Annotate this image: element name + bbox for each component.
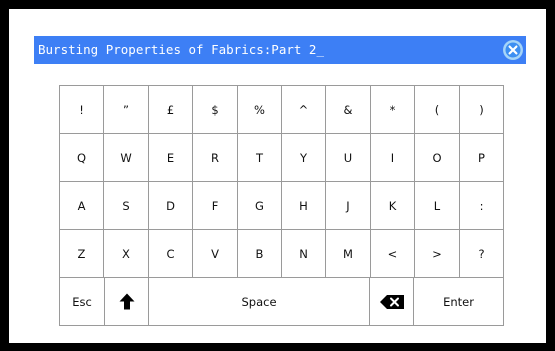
key[interactable]: J — [326, 182, 371, 230]
key-label: E — [166, 150, 175, 165]
key-label: V — [211, 246, 219, 261]
key[interactable]: G — [238, 182, 282, 230]
key-label: R — [211, 150, 219, 165]
key-label: D — [166, 198, 175, 213]
enter-key[interactable]: Enter — [414, 278, 504, 326]
key-label: Y — [299, 150, 308, 165]
key[interactable]: K — [371, 182, 415, 230]
key-label: F — [211, 198, 219, 213]
key-label: U — [343, 150, 353, 165]
key-label: I — [390, 150, 395, 165]
key-label: Z — [77, 246, 86, 261]
key[interactable]: N — [282, 230, 326, 278]
key[interactable]: H — [282, 182, 326, 230]
key[interactable]: X — [104, 230, 149, 278]
shift-arrow-up-icon — [119, 293, 134, 310]
key[interactable]: ^ — [282, 86, 326, 134]
key[interactable]: P — [460, 134, 504, 182]
key[interactable]: F — [193, 182, 238, 230]
key[interactable]: * — [371, 86, 415, 134]
key-label: L — [433, 198, 441, 213]
key[interactable]: ) — [460, 86, 504, 134]
key-label: * — [389, 102, 396, 117]
key[interactable]: M — [326, 230, 371, 278]
key[interactable]: ( — [415, 86, 460, 134]
key[interactable]: ” — [104, 86, 149, 134]
esc-key[interactable]: Esc — [60, 278, 105, 326]
key[interactable]: R — [193, 134, 238, 182]
key-label: G — [255, 198, 264, 213]
space-key[interactable]: Space — [149, 278, 370, 326]
backspace-icon — [379, 294, 404, 309]
key[interactable]: D — [149, 182, 193, 230]
key-label: % — [254, 102, 265, 117]
key-label: Q — [76, 150, 87, 165]
shift-key[interactable] — [105, 278, 149, 326]
key[interactable]: U — [326, 134, 371, 182]
key[interactable]: E — [149, 134, 193, 182]
key[interactable]: T — [238, 134, 282, 182]
key[interactable]: Q — [60, 134, 104, 182]
key[interactable]: Z — [60, 230, 104, 278]
key-label: ( — [434, 102, 440, 117]
esc-key-label: Esc — [72, 294, 92, 309]
key-label: ” — [123, 102, 129, 117]
key-label: K — [388, 198, 397, 213]
text-input-value: Bursting Properties of Fabrics:Part 2_ — [38, 42, 324, 57]
key-label: T — [255, 150, 264, 165]
key[interactable]: S — [104, 182, 149, 230]
key-label: ) — [479, 102, 484, 117]
key-label: ^ — [298, 102, 309, 117]
on-screen-keyboard: Esc Space Enter ! ” £ $% ^ & * () Q W E R T Y U I O P A S D F… — [59, 85, 504, 326]
key[interactable]: V — [193, 230, 238, 278]
key-label: £ — [166, 102, 175, 117]
key-label: & — [343, 102, 353, 117]
key-label: W — [120, 150, 132, 165]
close-circle-icon — [503, 40, 523, 60]
key-label: O — [432, 150, 442, 165]
key[interactable]: Y — [282, 134, 326, 182]
key-label: A — [77, 198, 86, 213]
key[interactable]: I — [371, 134, 415, 182]
key-label: C — [166, 246, 175, 261]
key-label: J — [346, 198, 350, 213]
key[interactable]: A — [60, 182, 104, 230]
key-label: : — [479, 198, 484, 213]
key[interactable]: % — [238, 86, 282, 134]
key-label: ! — [79, 102, 84, 117]
key-label: M — [343, 246, 353, 261]
key[interactable]: : — [460, 182, 504, 230]
key[interactable]: ? — [460, 230, 504, 278]
key-label: N — [299, 246, 308, 261]
key[interactable]: < — [371, 230, 415, 278]
key[interactable]: ! — [60, 86, 104, 134]
space-key-label: Space — [241, 294, 277, 309]
key-label: P — [478, 150, 485, 165]
backspace-key[interactable] — [370, 278, 414, 326]
key-label: $ — [211, 102, 219, 117]
key-label: > — [432, 246, 442, 261]
key-label: ? — [478, 246, 485, 261]
key[interactable]: & — [326, 86, 371, 134]
key-label: X — [122, 246, 130, 261]
clear-button[interactable] — [503, 40, 523, 60]
enter-key-label: Enter — [443, 294, 474, 309]
key-label: H — [299, 198, 308, 213]
key[interactable]: W — [104, 134, 149, 182]
key[interactable]: B — [238, 230, 282, 278]
key-label: S — [122, 198, 130, 213]
key[interactable]: $ — [193, 86, 238, 134]
key[interactable]: C — [149, 230, 193, 278]
text-input[interactable]: Bursting Properties of Fabrics:Part 2_ — [34, 36, 526, 64]
key-label: < — [387, 246, 398, 261]
key[interactable]: L — [415, 182, 460, 230]
key[interactable]: O — [415, 134, 460, 182]
key-label: B — [255, 246, 264, 261]
key[interactable]: > — [415, 230, 460, 278]
key[interactable]: £ — [149, 86, 193, 134]
